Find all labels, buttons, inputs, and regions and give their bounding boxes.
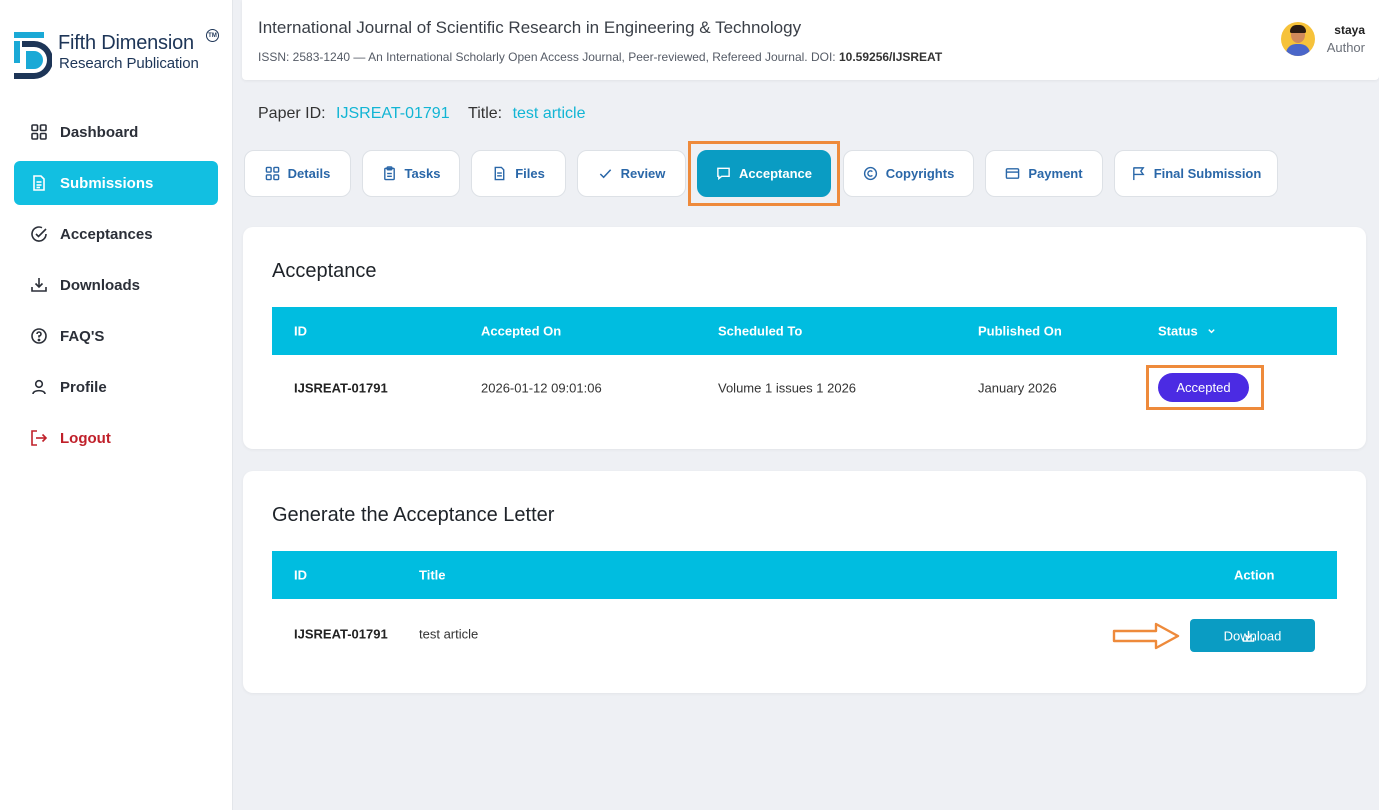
sidebar-item-label: Downloads	[60, 276, 141, 294]
user-info: staya Author	[1327, 23, 1365, 55]
tab-copyrights[interactable]: Copyrights	[843, 150, 974, 197]
tab-label: Acceptance	[739, 166, 812, 181]
check-circle-icon	[30, 225, 48, 243]
sidebar-item-profile[interactable]: Profile	[14, 365, 218, 409]
cell-scheduled-to: Volume 1 issues 1 2026	[718, 380, 857, 396]
tab-label: Payment	[1028, 166, 1083, 181]
column-header-id: ID	[294, 567, 307, 583]
copyright-icon	[863, 166, 878, 181]
sidebar-nav: Dashboard Submissions Acceptances Downlo…	[14, 110, 218, 467]
column-header-status[interactable]: Status	[1158, 324, 1216, 339]
sidebar-item-dashboard[interactable]: Dashboard	[14, 110, 218, 154]
paper-title-value: test article	[512, 105, 586, 122]
acceptance-card: Acceptance ID Accepted On Scheduled To P…	[243, 227, 1366, 449]
document-icon	[30, 174, 48, 192]
tab-tasks[interactable]: Tasks	[362, 150, 460, 197]
check-icon	[598, 166, 613, 181]
flag-icon	[1131, 166, 1146, 181]
grid-icon	[265, 166, 280, 181]
sidebar-item-downloads[interactable]: Downloads	[14, 263, 218, 307]
sidebar-item-acceptances[interactable]: Acceptances	[14, 212, 218, 256]
message-icon	[716, 166, 731, 181]
sidebar-item-faqs[interactable]: FAQ'S	[14, 314, 218, 358]
column-header-accepted-on: Accepted On	[481, 323, 562, 339]
sidebar-item-logout[interactable]: Logout	[14, 416, 218, 460]
user-icon	[30, 378, 48, 396]
status-badge: Accepted	[1158, 373, 1249, 402]
card-icon	[1005, 166, 1020, 181]
acceptance-letter-card: Generate the Acceptance Letter ID Title …	[243, 471, 1366, 693]
tab-files[interactable]: Files	[471, 150, 566, 197]
journal-subtitle: ISSN: 2583-1240 — An International Schol…	[258, 50, 942, 64]
acceptance-table-header: ID Accepted On Scheduled To Published On…	[272, 307, 1337, 355]
journal-title: International Journal of Scientific Rese…	[258, 18, 802, 37]
user-role: Author	[1326, 40, 1365, 55]
clipboard-icon	[382, 166, 397, 181]
sidebar-item-label: Submissions	[60, 174, 154, 192]
journal-issn-text: ISSN: 2583-1240 — An International Schol…	[258, 50, 839, 64]
column-header-published-on: Published On	[978, 323, 1062, 339]
grid-icon	[30, 123, 48, 141]
download-icon	[30, 276, 48, 294]
paper-info: Paper ID: IJSREAT-01791 Title: test arti…	[258, 105, 586, 123]
brand-logo-icon	[14, 32, 52, 79]
download-button[interactable]: Download	[1190, 619, 1315, 652]
cell-accepted-on: 2026-01-12 09:01:06	[481, 380, 602, 396]
paper-id-value: IJSREAT-01791	[336, 105, 450, 122]
sidebar-item-label: Dashboard	[60, 123, 139, 141]
brand-name: Fifth Dimension	[58, 32, 194, 54]
tab-acceptance[interactable]: Acceptance	[697, 150, 831, 197]
file-icon	[492, 166, 507, 181]
column-header-status-label: Status	[1158, 323, 1198, 339]
tab-label: Copyrights	[885, 166, 955, 181]
user-menu[interactable]: staya Author	[1280, 22, 1365, 56]
acceptance-letter-title: Generate the Acceptance Letter	[272, 504, 555, 526]
paper-title-label: Title:	[468, 105, 503, 122]
chevron-down-icon	[1208, 329, 1216, 334]
page-header: International Journal of Scientific Rese…	[242, 0, 1379, 80]
sidebar-item-label: Acceptances	[60, 225, 153, 243]
table-row: IJSREAT-01791 2026-01-12 09:01:06 Volume…	[272, 355, 1337, 421]
trademark-badge: TM	[206, 29, 219, 42]
sidebar-item-submissions[interactable]: Submissions	[14, 161, 218, 205]
arrow-right-icon	[1112, 622, 1180, 650]
journal-doi: 10.59256/IJSREAT	[838, 50, 943, 64]
acceptance-title: Acceptance	[272, 260, 377, 282]
table-row: IJSREAT-01791 test article Download	[272, 601, 1337, 667]
sidebar: Fifth Dimension Research Publication TM …	[0, 0, 233, 810]
cell-title: test article	[419, 626, 479, 642]
brand-tagline: Research Publication	[59, 55, 199, 72]
logout-icon	[30, 429, 48, 447]
avatar[interactable]	[1280, 22, 1315, 56]
letter-table-header: ID Title Action	[272, 551, 1337, 599]
user-name: staya	[1334, 23, 1365, 37]
download-button-label: Download	[1223, 628, 1282, 643]
tab-final-submission[interactable]: Final Submission	[1114, 150, 1278, 197]
sidebar-item-label: Profile	[60, 378, 107, 396]
tab-label: Details	[287, 166, 331, 181]
tab-label: Review	[620, 166, 666, 181]
sidebar-item-label: FAQ'S	[60, 327, 105, 345]
tab-label: Tasks	[404, 166, 441, 181]
tab-payment[interactable]: Payment	[985, 150, 1103, 197]
column-header-id: ID	[294, 323, 307, 339]
question-circle-icon	[30, 327, 48, 345]
brand-logo[interactable]: Fifth Dimension Research Publication TM	[14, 29, 224, 82]
tab-review[interactable]: Review	[577, 150, 686, 197]
column-header-scheduled-to: Scheduled To	[718, 323, 803, 339]
column-header-title: Title	[419, 567, 446, 583]
cell-published-on: January 2026	[978, 380, 1057, 396]
column-header-action: Action	[1234, 567, 1275, 583]
paper-id-label: Paper ID:	[258, 105, 326, 122]
tab-label: Files	[515, 166, 545, 181]
cell-id: IJSREAT-01791	[294, 380, 388, 396]
tab-label: Final Submission	[1153, 166, 1262, 181]
sidebar-item-label: Logout	[60, 429, 111, 447]
tab-details[interactable]: Details	[244, 150, 351, 197]
cell-id: IJSREAT-01791	[294, 626, 388, 642]
